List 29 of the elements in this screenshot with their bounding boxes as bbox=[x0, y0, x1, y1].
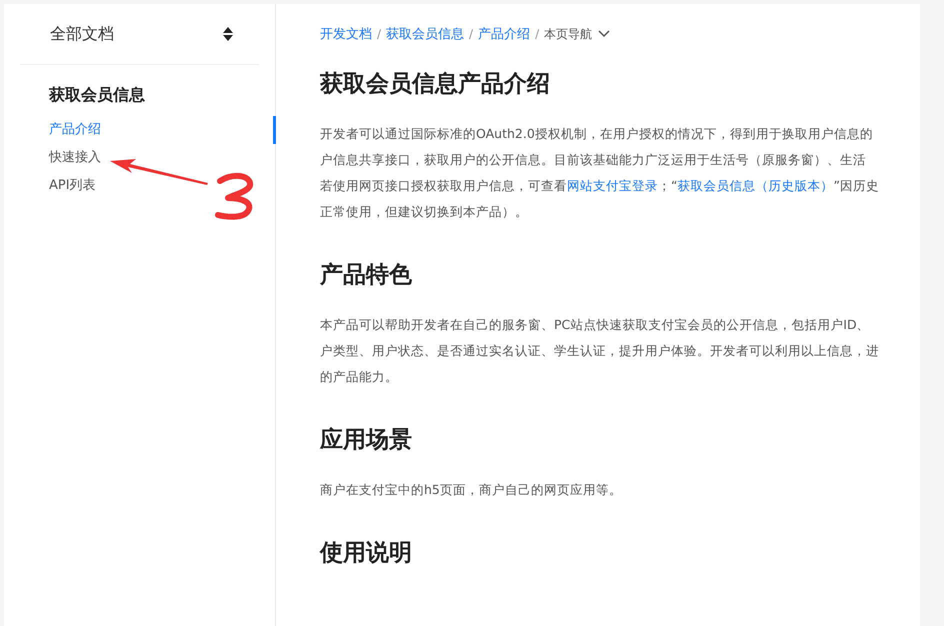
sort-icon[interactable] bbox=[223, 27, 233, 41]
chevron-down-icon bbox=[598, 30, 610, 38]
sidebar-item[interactable]: 产品介绍 bbox=[49, 116, 101, 144]
breadcrumb-link[interactable]: 产品介绍 bbox=[478, 25, 530, 43]
paragraph-line: 开发者可以通过国际标准的OAuth2.0授权机制，在用户授权的情况下，得到用于换取用户信息的 bbox=[320, 125, 874, 143]
breadcrumb-separator: / bbox=[535, 27, 540, 41]
paragraph-line: 户信息共享接口，获取用户的公开信息。目前该基础能力广泛运用于生活号（原服务窗）、生活 bbox=[320, 151, 867, 169]
text-link[interactable]: 获取会员信息（历史版本） bbox=[677, 178, 834, 193]
sidebar-header: 全部文档 bbox=[50, 24, 114, 44]
paragraph-line: 商户在支付宝中的h5页面，商户自己的网页应用等。 bbox=[320, 481, 623, 499]
section-heading: 应用场景 bbox=[320, 426, 413, 455]
group-title: 获取会员信息 bbox=[49, 85, 145, 106]
paragraph-line: 若使用网页接口授权获取用户信息，可查看网站支付宝登录；“获取会员信息（历史版本）”因历史 bbox=[320, 177, 880, 195]
active-indicator bbox=[273, 116, 276, 144]
sidebar-item[interactable]: API列表 bbox=[49, 172, 96, 200]
paragraph-line: 户类型、用户状态、是否通过实名认证、学生认证，提升用户体验。开发者可以利用以上信息，进 bbox=[320, 342, 880, 360]
breadcrumb-link[interactable]: 获取会员信息 bbox=[386, 25, 464, 43]
page-title: 获取会员信息产品介绍 bbox=[320, 70, 551, 99]
text-link[interactable]: 网站支付宝登录 bbox=[567, 178, 658, 193]
breadcrumb-separator: / bbox=[377, 27, 382, 41]
paragraph-line: 本产品可以帮助开发者在自己的服务窗、PC站点快速获取支付宝会员的公开信息，包括用户ID、 bbox=[320, 316, 871, 334]
breadcrumb-link[interactable]: 开发文档 bbox=[320, 25, 372, 43]
paragraph-line: 的产品能力。 bbox=[320, 368, 399, 386]
paragraph-line: 正常使用，但建议切换到本产品）。 bbox=[320, 203, 529, 221]
page-nav-dropdown[interactable]: 本页导航 bbox=[544, 26, 610, 42]
section-heading: 使用说明 bbox=[320, 539, 413, 568]
section-heading: 产品特色 bbox=[320, 261, 413, 290]
breadcrumb-separator: / bbox=[469, 27, 474, 41]
sidebar-item[interactable]: 快速接入 bbox=[49, 144, 101, 172]
